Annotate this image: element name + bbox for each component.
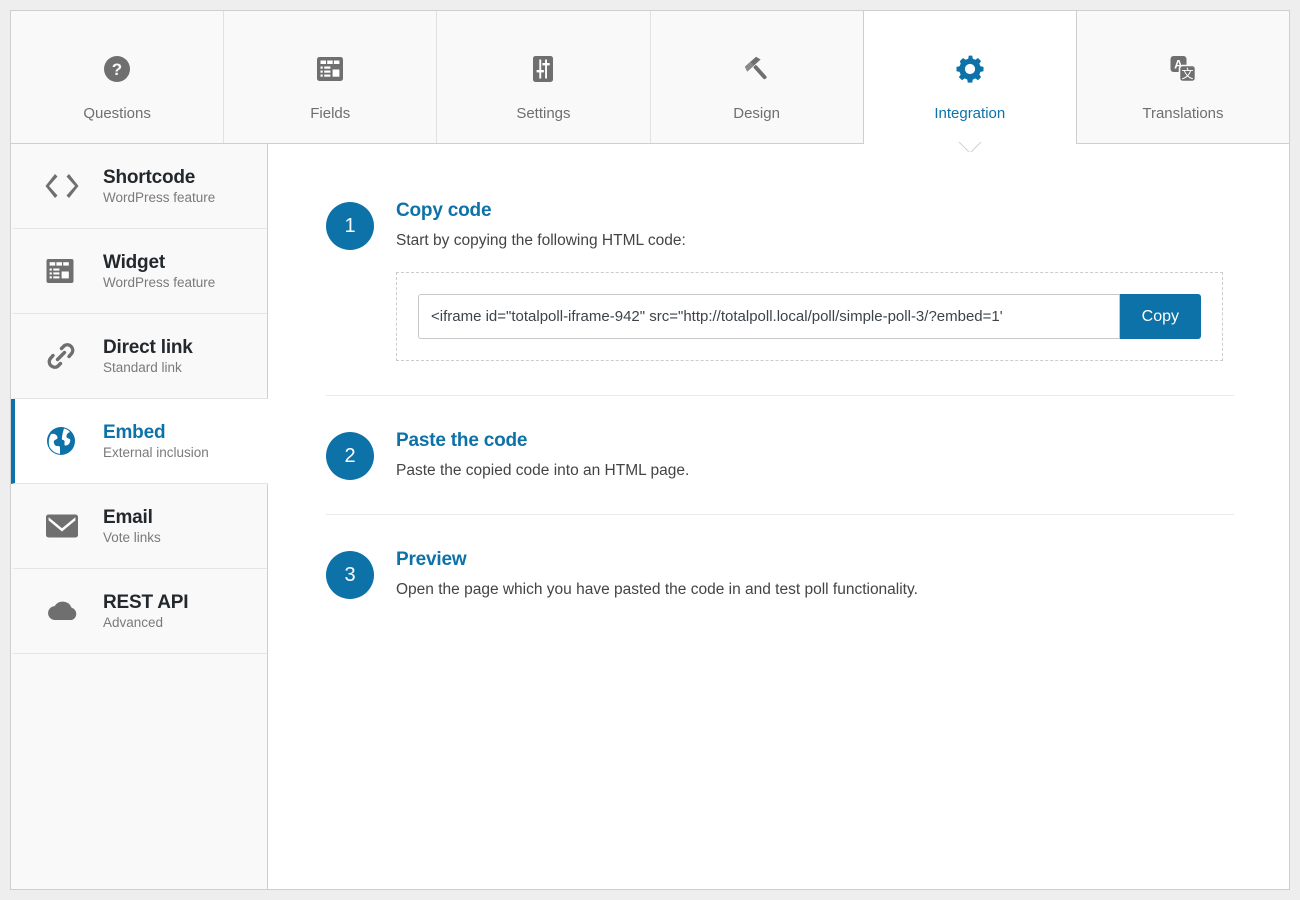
tab-design[interactable]: Design — [650, 11, 864, 143]
sidebar-item-text: Shortcode WordPress feature — [91, 167, 215, 206]
gear-icon — [954, 47, 986, 91]
integration-sidebar: Shortcode WordPress feature Widget WordP… — [11, 144, 268, 889]
copy-button[interactable]: Copy — [1119, 294, 1201, 339]
tab-label: Integration — [934, 105, 1006, 122]
tab-fields[interactable]: Fields — [224, 11, 438, 143]
sidebar-item-shortcode[interactable]: Shortcode WordPress feature — [11, 144, 267, 229]
integration-panel: ? Questions Fields Settings Design Integ… — [10, 10, 1290, 890]
tab-label: Translations — [1142, 105, 1224, 122]
step-title: Copy code — [396, 200, 492, 221]
step-description: Start by copying the following HTML code… — [396, 232, 686, 249]
main-tabbar: ? Questions Fields Settings Design Integ… — [11, 11, 1290, 152]
code-box-container: Copy — [396, 272, 1223, 361]
step-number-badge: 2 — [326, 432, 374, 480]
sidebar-item-subtitle: Advanced — [103, 615, 164, 631]
tab-label: Design — [733, 105, 780, 122]
sidebar-item-subtitle: Vote links — [103, 530, 161, 546]
panel-body: Shortcode WordPress feature Widget WordP… — [11, 144, 1289, 889]
globe-icon — [45, 425, 91, 457]
integration-content: 1 Copy code Start by copying the followi… — [268, 144, 1289, 889]
sidebar-item-title: REST API — [103, 591, 189, 613]
tab-label: Questions — [83, 105, 151, 122]
sidebar-item-subtitle: Standard link — [103, 360, 182, 376]
sidebar-item-text: Embed External inclusion — [91, 422, 209, 461]
sidebar-item-direct-link[interactable]: Direct link Standard link — [11, 314, 267, 399]
sidebar-item-title: Widget — [103, 251, 165, 273]
step-body: Copy code Start by copying the following… — [374, 200, 1234, 361]
sidebar-item-text: Email Vote links — [91, 507, 161, 546]
sidebar-item-text: REST API Advanced — [91, 591, 189, 631]
sidebar-item-subtitle: WordPress feature — [103, 275, 216, 291]
step-number-badge: 3 — [326, 551, 374, 599]
sidebar-item-text: Widget WordPress feature — [91, 252, 215, 291]
question-mark-circle-icon: ? — [102, 47, 132, 91]
step-number-badge: 1 — [326, 202, 374, 250]
step-preview: 3 Preview Open the page which you have p… — [326, 549, 1234, 633]
cloud-icon — [45, 599, 91, 623]
code-brackets-icon — [45, 173, 91, 199]
step-body: Paste the code Paste the copied code int… — [374, 430, 1234, 480]
step-paste-code: 2 Paste the code Paste the copied code i… — [326, 430, 1234, 515]
embed-code-input[interactable] — [418, 294, 1120, 339]
sidebar-item-text: Direct link Standard link — [91, 337, 193, 376]
hammer-icon — [741, 47, 773, 91]
tab-settings[interactable]: Settings — [437, 11, 651, 143]
tab-integration[interactable]: Integration — [862, 11, 1077, 152]
step-description: Paste the copied code into an HTML page. — [396, 462, 690, 479]
active-tab-pointer — [955, 142, 985, 152]
sidebar-item-rest-api[interactable]: REST API Advanced — [11, 569, 267, 654]
sidebar-item-embed[interactable]: Embed External inclusion — [11, 399, 268, 484]
envelope-icon — [45, 513, 91, 539]
widget-grid-icon — [45, 256, 91, 286]
tab-translations[interactable]: A 文 Translations — [1076, 11, 1290, 143]
sidebar-item-subtitle: WordPress feature — [103, 190, 216, 206]
step-description: Open the page which you have pasted the … — [396, 581, 918, 598]
sidebar-item-email[interactable]: Email Vote links — [11, 484, 267, 569]
sliders-icon — [528, 47, 558, 91]
step-title: Paste the code — [396, 430, 528, 451]
chain-link-icon — [45, 340, 91, 372]
step-copy-code: 1 Copy code Start by copying the followi… — [326, 200, 1234, 396]
tab-questions[interactable]: ? Questions — [11, 11, 225, 143]
sidebar-item-title: Direct link — [103, 336, 193, 358]
sidebar-item-subtitle: External inclusion — [103, 445, 209, 461]
code-box-row: Copy — [418, 294, 1201, 339]
step-title: Preview — [396, 549, 467, 570]
form-fields-icon — [315, 47, 345, 91]
sidebar-item-title: Email — [103, 506, 153, 528]
tab-label: Fields — [310, 105, 351, 122]
sidebar-item-widget[interactable]: Widget WordPress feature — [11, 229, 267, 314]
step-body: Preview Open the page which you have pas… — [374, 549, 1234, 599]
translate-icon: A 文 — [1167, 47, 1199, 91]
svg-text:?: ? — [112, 60, 122, 79]
sidebar-item-title: Embed — [103, 421, 166, 443]
tab-label: Settings — [516, 105, 571, 122]
sidebar-item-title: Shortcode — [103, 166, 196, 188]
svg-text:文: 文 — [1181, 66, 1193, 81]
